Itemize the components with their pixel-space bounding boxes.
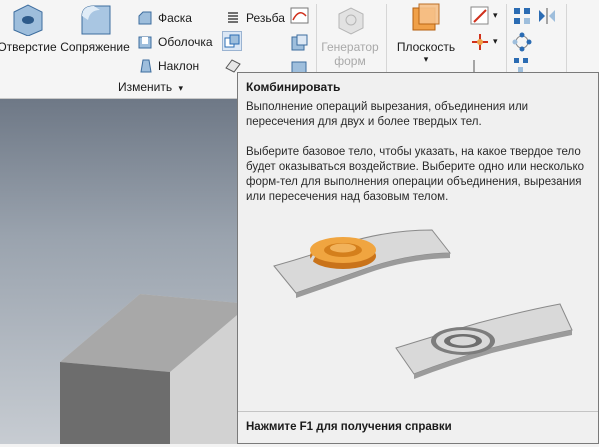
modify-panel-title[interactable]: Изменить ▾ — [118, 80, 183, 94]
point-dropdown-icon[interactable]: ▾ — [493, 36, 498, 47]
hole-label: Отверстие — [0, 40, 57, 54]
chamfer-icon — [138, 11, 152, 25]
hole-icon — [13, 4, 43, 36]
mirror-icon — [539, 8, 555, 24]
command-tooltip: Комбинировать Выполнение операций выреза… — [237, 72, 599, 444]
draft-icon — [140, 59, 152, 73]
rect-pattern-button[interactable] — [512, 6, 532, 26]
tooltip-help-hint: Нажмите F1 для получения справки — [246, 421, 452, 433]
combine-illustration — [273, 229, 573, 379]
copy-body-icon — [291, 34, 308, 51]
generator-label-1: Генератор — [321, 40, 379, 54]
curve-icon — [290, 7, 309, 24]
draft-button[interactable]: Наклон — [137, 56, 199, 76]
plane-label: Плоскость — [396, 40, 456, 54]
generator-icon — [338, 7, 364, 35]
shell-icon — [138, 36, 152, 49]
chamfer-label: Фаска — [158, 11, 192, 25]
generator-label-2: форм — [334, 54, 366, 68]
hole-button[interactable]: Отверстие — [0, 2, 58, 54]
thread-icon — [228, 12, 238, 23]
axis-dropdown-icon[interactable]: ▾ — [493, 10, 498, 21]
shell-button[interactable]: Оболочка — [137, 32, 213, 52]
plane-icon — [412, 3, 440, 31]
tooltip-title: Комбинировать — [246, 80, 341, 94]
direct-edit-button[interactable] — [290, 6, 310, 26]
plane-button[interactable]: Плоскость ▾ — [394, 2, 458, 65]
fillet-button[interactable]: Сопряжение — [60, 2, 130, 54]
axis-icon — [470, 6, 489, 25]
thread-label: Резьба — [246, 11, 285, 25]
chamfer-button[interactable]: Фаска — [137, 8, 192, 28]
tooltip-divider — [238, 411, 598, 412]
circ-pattern-icon — [512, 32, 532, 52]
fillet-icon — [81, 5, 111, 35]
form-generator-button[interactable]: Генератор форм — [320, 2, 380, 68]
panel-dropdown-icon: ▾ — [178, 83, 184, 93]
copy-object-button[interactable] — [290, 33, 310, 53]
shell-label: Оболочка — [158, 35, 213, 49]
rect-pattern-icon — [514, 8, 530, 24]
mirror-button[interactable] — [537, 6, 557, 26]
thread-button[interactable]: Резьба — [225, 8, 285, 28]
combine-icon — [224, 34, 240, 48]
axis-button[interactable] — [470, 6, 490, 26]
point-button[interactable] — [470, 32, 490, 52]
combine-button[interactable] — [222, 31, 242, 51]
circ-pattern-button[interactable] — [512, 32, 532, 52]
tooltip-instructions: Выберите базовое тело, чтобы указать, на… — [246, 146, 585, 203]
point-icon — [472, 34, 488, 50]
tooltip-description: Выполнение операций вырезания, объединен… — [246, 101, 529, 128]
draft-label: Наклон — [158, 59, 200, 73]
fillet-label: Сопряжение — [60, 40, 130, 54]
plane-dropdown-icon[interactable]: ▾ — [424, 54, 429, 65]
